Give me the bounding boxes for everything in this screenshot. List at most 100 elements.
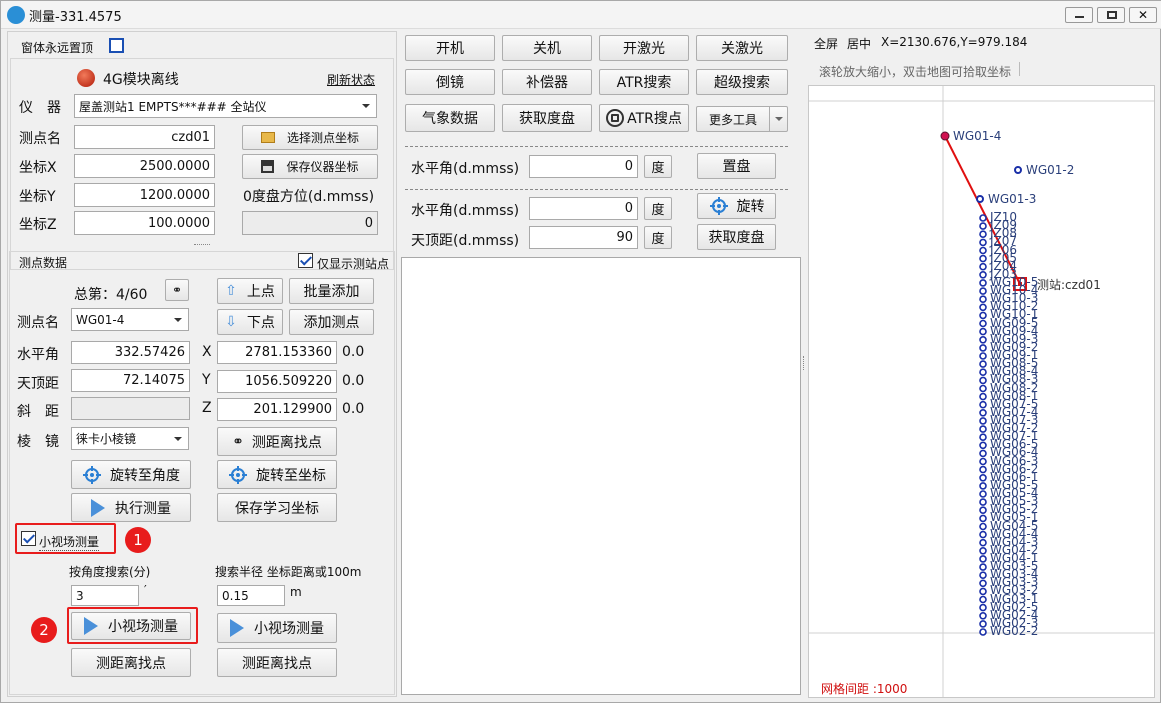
- map-point[interactable]: [979, 425, 987, 433]
- always-on-top-checkbox[interactable]: [109, 38, 124, 53]
- map-point[interactable]: [979, 295, 987, 303]
- refresh-status-link[interactable]: 刷新状态: [327, 71, 375, 88]
- map-point[interactable]: [979, 287, 987, 295]
- map-point[interactable]: [979, 473, 987, 482]
- map-point[interactable]: [979, 579, 987, 588]
- map-point[interactable]: [979, 620, 987, 628]
- map-point[interactable]: [979, 506, 987, 515]
- map-point[interactable]: [979, 238, 987, 247]
- map-point[interactable]: [979, 611, 987, 620]
- select-coord-button[interactable]: 选择测点坐标: [242, 125, 378, 150]
- prev-point-button[interactable]: ⇧ 上点: [217, 278, 283, 304]
- map-point[interactable]: [979, 376, 987, 385]
- map-point[interactable]: [979, 344, 987, 352]
- prism-select[interactable]: 徕卡小棱镜: [71, 427, 189, 450]
- coord-y-field[interactable]: 1200.0000: [74, 183, 215, 207]
- map-point[interactable]: [979, 327, 987, 336]
- minimize-button[interactable]: [1065, 7, 1093, 23]
- small-field-measure-button-2[interactable]: 小视场测量: [217, 613, 337, 643]
- map-point[interactable]: [979, 498, 987, 506]
- rotate-to-coord-button[interactable]: 旋转至坐标: [217, 460, 337, 489]
- find-binoculars-button[interactable]: ⚭: [165, 279, 189, 301]
- map-point[interactable]: [979, 319, 987, 328]
- search-radius-field[interactable]: 0.15: [217, 585, 285, 606]
- map-point-wg01-3[interactable]: [976, 195, 984, 203]
- map-point[interactable]: [979, 392, 987, 401]
- laser-on-button[interactable]: 开激光: [599, 35, 689, 61]
- find-point-button-3[interactable]: 测距离找点: [217, 648, 337, 677]
- y-field[interactable]: 1056.509220: [217, 370, 337, 393]
- atr-point-button[interactable]: ATR搜点: [599, 104, 689, 132]
- set-circle-button[interactable]: 置盘: [697, 153, 776, 179]
- map-point[interactable]: [979, 563, 987, 571]
- map-point[interactable]: [979, 555, 987, 563]
- small-field-measure-button-1[interactable]: 小视场测量: [71, 612, 191, 640]
- map-point[interactable]: [979, 336, 987, 344]
- center-link[interactable]: 居中: [847, 35, 871, 52]
- close-button[interactable]: ✕: [1129, 7, 1157, 23]
- find-point-button[interactable]: ⚭ 测距离找点: [217, 427, 337, 456]
- output-log-area[interactable]: [401, 257, 801, 695]
- z-field[interactable]: 201.129900: [217, 398, 337, 421]
- map-point[interactable]: [979, 546, 987, 555]
- map-canvas[interactable]: WG01-4 WG01-2 WG01-3 测站:czd01 JZ10 JZ09 JZ…: [808, 85, 1155, 698]
- zenith-field[interactable]: 72.14075: [71, 369, 190, 392]
- coord-x-field[interactable]: 2500.0000: [74, 154, 215, 178]
- add-point-button[interactable]: 添加测点: [289, 309, 374, 335]
- map-point[interactable]: [979, 400, 987, 409]
- maximize-button[interactable]: [1097, 7, 1125, 23]
- power-off-button[interactable]: 关机: [502, 35, 592, 61]
- hz-set-field[interactable]: 0: [529, 155, 638, 178]
- map-point[interactable]: [979, 465, 987, 474]
- map-point[interactable]: [979, 246, 987, 255]
- map-point[interactable]: [979, 538, 987, 547]
- coord-z-field[interactable]: 100.0000: [74, 211, 215, 235]
- instrument-select[interactable]: 屋盖测站1 EMPTS***### 全站仪: [74, 94, 377, 118]
- laser-off-button[interactable]: 关激光: [696, 35, 788, 61]
- zenith-rotate-field[interactable]: 90: [529, 226, 638, 249]
- map-point[interactable]: [979, 587, 987, 596]
- map-point[interactable]: [979, 384, 987, 393]
- zero-azimuth-field[interactable]: 0: [242, 211, 378, 235]
- slope-distance-field[interactable]: [71, 397, 190, 420]
- fullscreen-link[interactable]: 全屏: [814, 35, 838, 52]
- face-change-button[interactable]: 倒镜: [405, 69, 495, 95]
- rotate-to-angle-button[interactable]: 旋转至角度: [71, 460, 191, 489]
- map-point[interactable]: [979, 530, 987, 539]
- get-circle-button-2[interactable]: 获取度盘: [697, 224, 776, 250]
- find-point-button-2[interactable]: 测距离找点: [71, 648, 191, 677]
- x-field[interactable]: 2781.153360: [217, 341, 337, 364]
- angle-search-field[interactable]: 3: [71, 585, 139, 606]
- only-station-checkbox[interactable]: [298, 253, 313, 268]
- map-point[interactable]: [979, 514, 987, 523]
- map-point[interactable]: [979, 262, 987, 271]
- weather-data-button[interactable]: 气象数据: [405, 104, 495, 132]
- map-point[interactable]: [979, 571, 987, 580]
- atr-search-button[interactable]: ATR搜索: [599, 69, 689, 95]
- next-point-button[interactable]: ⇩ 下点: [217, 309, 283, 335]
- super-search-button[interactable]: 超级搜索: [696, 69, 788, 95]
- map-point[interactable]: [979, 311, 987, 320]
- small-field-checkbox[interactable]: [21, 531, 36, 546]
- map-point[interactable]: [979, 254, 987, 263]
- station-name-field[interactable]: czd01: [74, 125, 215, 149]
- map-drawing[interactable]: [809, 86, 1155, 698]
- save-learn-coord-button[interactable]: 保存学习坐标: [217, 493, 337, 522]
- map-point[interactable]: [979, 214, 987, 222]
- map-point[interactable]: [979, 368, 987, 377]
- map-point[interactable]: [979, 352, 987, 360]
- compensator-button[interactable]: 补偿器: [502, 69, 592, 95]
- batch-add-button[interactable]: 批量添加: [289, 278, 374, 304]
- map-point[interactable]: [979, 482, 987, 490]
- vertical-splitter-grip[interactable]: [803, 356, 806, 370]
- map-point[interactable]: [979, 457, 987, 466]
- more-tools-button[interactable]: 更多工具: [696, 106, 788, 132]
- map-point[interactable]: [979, 449, 987, 458]
- map-point[interactable]: [979, 490, 987, 498]
- map-point[interactable]: [979, 522, 987, 531]
- get-circle-button[interactable]: 获取度盘: [502, 104, 592, 132]
- point-name-select[interactable]: WG01-4: [71, 308, 189, 331]
- map-point[interactable]: [979, 441, 987, 450]
- map-point[interactable]: [979, 417, 987, 425]
- map-point-wg01-4[interactable]: [940, 131, 950, 141]
